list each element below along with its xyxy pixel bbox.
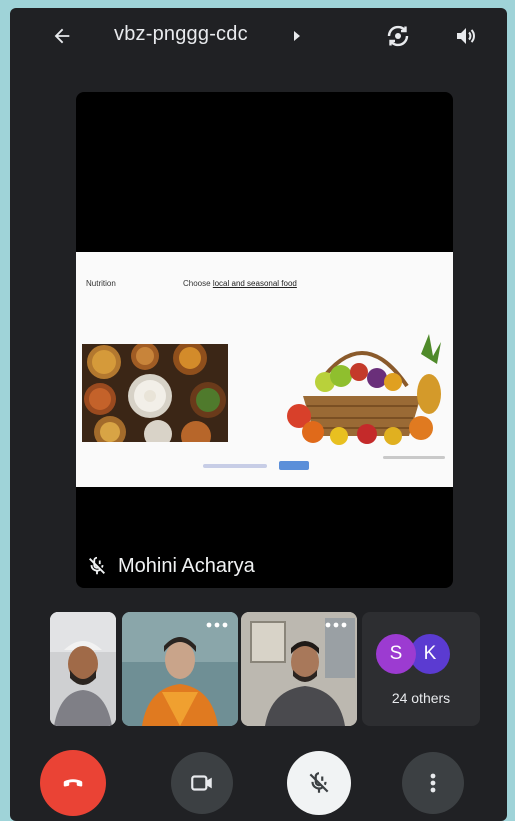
chevron-right-icon[interactable] bbox=[292, 30, 302, 42]
more-horiz-icon[interactable] bbox=[206, 622, 228, 628]
participant-video bbox=[241, 612, 357, 726]
slide-caption bbox=[203, 464, 267, 468]
presenter-name: Mohini Acharya bbox=[118, 554, 255, 577]
arrow-left-icon bbox=[54, 28, 70, 44]
shared-slide: Nutrition Choose local and seasonal food bbox=[76, 252, 453, 487]
participant-video bbox=[122, 612, 238, 726]
slide-subtitle: Choose local and seasonal food bbox=[183, 279, 297, 288]
more-options-button[interactable] bbox=[402, 752, 464, 814]
end-call-button[interactable] bbox=[40, 750, 106, 816]
meeting-code[interactable]: vbz-pnggg-cdc bbox=[114, 23, 248, 46]
switch-camera-button[interactable] bbox=[384, 22, 412, 50]
avatar: S bbox=[376, 634, 416, 674]
others-tile[interactable]: S K 24 others bbox=[362, 612, 480, 726]
mic-button[interactable] bbox=[287, 751, 351, 815]
slide-caption-button bbox=[279, 461, 309, 470]
participant-tile[interactable] bbox=[241, 612, 357, 726]
participant-video bbox=[50, 612, 116, 726]
speaker-button[interactable] bbox=[452, 22, 480, 50]
meet-call-screen: vbz-pnggg-cdc Nutrition Choose local and… bbox=[10, 8, 507, 821]
participant-tile[interactable] bbox=[122, 612, 238, 726]
top-bar: vbz-pnggg-cdc bbox=[10, 8, 507, 64]
presenter-tile[interactable]: Nutrition Choose local and seasonal food bbox=[76, 92, 453, 588]
more-horiz-icon[interactable] bbox=[325, 622, 347, 628]
slide-title: Nutrition bbox=[86, 279, 116, 288]
mic-off-icon bbox=[309, 772, 329, 793]
others-count-label: 24 others bbox=[391, 690, 451, 706]
more-vert-icon bbox=[430, 773, 436, 793]
slide-footnote bbox=[383, 456, 445, 459]
food-bowls-image bbox=[82, 344, 228, 442]
phone-hangup-icon bbox=[63, 779, 83, 787]
back-button[interactable] bbox=[48, 22, 76, 50]
presenter-label: Mohini Acharya bbox=[86, 554, 255, 578]
mic-off-icon bbox=[89, 556, 105, 575]
camera-icon bbox=[191, 775, 212, 791]
fruit-basket-image bbox=[281, 324, 443, 446]
speaker-icon bbox=[457, 28, 475, 44]
slide-subtitle-link: local and seasonal food bbox=[212, 279, 297, 288]
participant-tile[interactable] bbox=[50, 612, 116, 726]
avatar: K bbox=[410, 634, 450, 674]
switch-camera-icon bbox=[387, 25, 409, 47]
camera-button[interactable] bbox=[171, 752, 233, 814]
slide-subtitle-prefix: Choose bbox=[183, 279, 211, 288]
